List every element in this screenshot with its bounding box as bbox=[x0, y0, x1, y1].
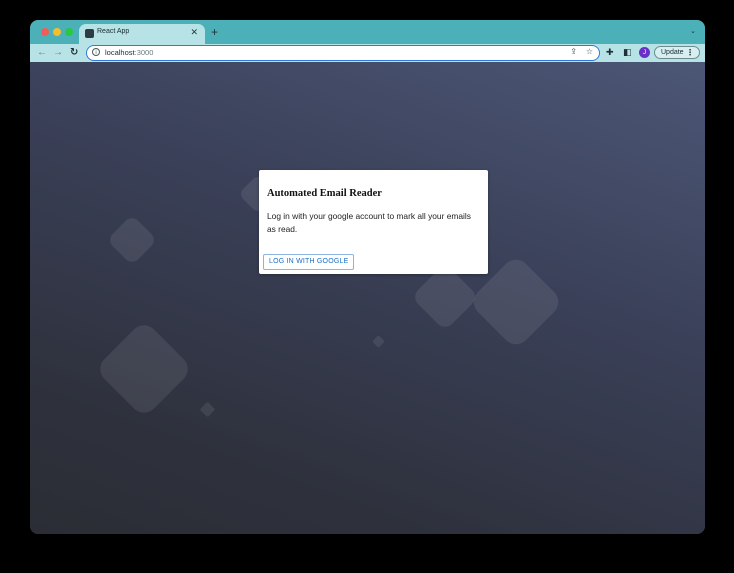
page-title: Automated Email Reader bbox=[267, 188, 382, 199]
forward-button[interactable]: → bbox=[53, 47, 63, 59]
info-icon[interactable]: i bbox=[92, 48, 100, 56]
close-window-button[interactable] bbox=[41, 28, 49, 36]
description-text: Log in with your google account to mark … bbox=[267, 211, 471, 234]
react-app-favicon-icon bbox=[85, 29, 94, 38]
background-shape bbox=[372, 335, 385, 348]
tab-search-chevron-icon[interactable]: ⌄ bbox=[690, 27, 696, 35]
bookmark-star-icon[interactable]: ☆ bbox=[586, 47, 593, 56]
profile-avatar[interactable]: J bbox=[639, 47, 650, 58]
update-label: Update bbox=[661, 49, 684, 56]
new-tab-button[interactable]: + bbox=[211, 25, 218, 39]
tab-react-app[interactable]: React App ✕ bbox=[79, 24, 205, 44]
tab-title: React App bbox=[97, 28, 130, 35]
address-bar[interactable]: i localhost:3000 ⇪ ☆ bbox=[86, 45, 600, 61]
side-panel-icon[interactable]: ◧ bbox=[623, 47, 632, 58]
background-shape bbox=[94, 319, 194, 419]
puzzle-piece-icon[interactable]: ✚ bbox=[606, 47, 614, 58]
update-button[interactable]: Update ⋮ bbox=[654, 46, 700, 59]
login-card: Automated Email Reader Log in with your … bbox=[259, 170, 488, 274]
kebab-menu-icon[interactable]: ⋮ bbox=[686, 47, 694, 58]
url-port: :3000 bbox=[134, 48, 154, 57]
reload-button[interactable]: ↻ bbox=[70, 47, 78, 59]
background-shape bbox=[199, 401, 216, 418]
background-shape bbox=[106, 214, 158, 266]
url-host: localhost bbox=[105, 48, 135, 57]
share-icon[interactable]: ⇪ bbox=[570, 47, 577, 56]
browser-window: React App ✕ + ⌄ ← → ↻ i localhost:3000 ⇪… bbox=[30, 20, 705, 534]
page-viewport: Automated Email Reader Log in with your … bbox=[30, 62, 705, 534]
login-with-google-button[interactable]: LOG IN WITH GOOGLE bbox=[263, 254, 355, 270]
url-text[interactable]: localhost:3000 bbox=[105, 48, 153, 57]
minimize-window-button[interactable] bbox=[53, 28, 61, 36]
browser-toolbar: ← → ↻ i localhost:3000 ⇪ ☆ ✚ ◧ J Update … bbox=[30, 44, 705, 62]
tab-close-icon[interactable]: ✕ bbox=[190, 27, 198, 37]
back-button[interactable]: ← bbox=[37, 47, 47, 59]
zoom-window-button[interactable] bbox=[65, 28, 73, 36]
tab-strip: React App ✕ + ⌄ bbox=[30, 20, 705, 44]
